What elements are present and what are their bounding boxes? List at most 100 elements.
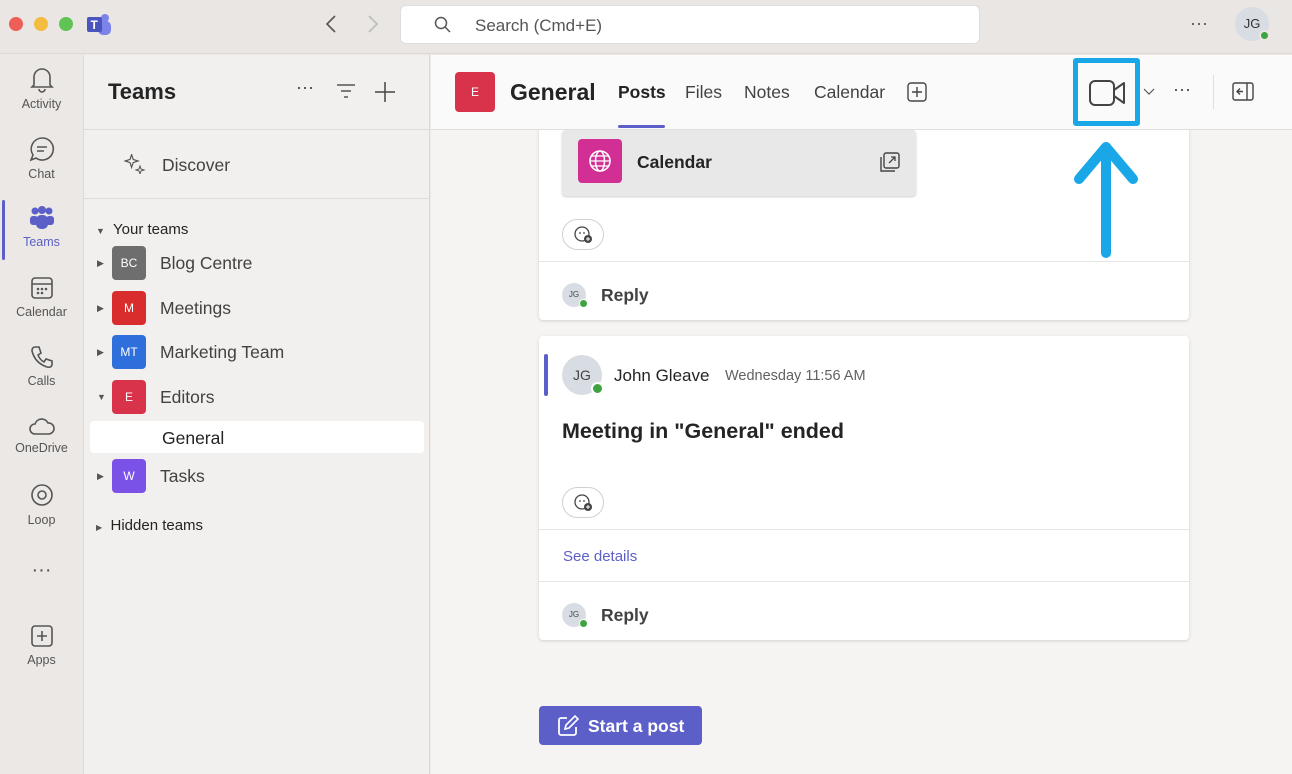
channel-header: E General Posts Files Notes Calendar ··· bbox=[431, 55, 1292, 130]
chat-icon bbox=[29, 137, 54, 162]
rail-label: Teams bbox=[23, 235, 60, 249]
tab-calendar[interactable]: Calendar bbox=[814, 82, 885, 103]
channel-avatar: E bbox=[455, 72, 495, 112]
rail-label: Calendar bbox=[16, 305, 67, 319]
rail-loop[interactable]: Loop bbox=[0, 483, 83, 527]
team-marketing[interactable]: ▶ MT Marketing Team bbox=[84, 335, 424, 369]
channel-title: General bbox=[510, 79, 596, 105]
emoji-add-icon bbox=[574, 226, 592, 243]
globe-icon bbox=[578, 139, 622, 183]
post-timestamp: Wednesday 11:56 AM bbox=[725, 368, 866, 384]
close-window-button[interactable] bbox=[9, 17, 23, 31]
rail-calendar[interactable]: Calendar bbox=[0, 275, 83, 319]
more-apps-button[interactable]: ··· bbox=[0, 559, 83, 582]
open-pane-icon[interactable] bbox=[1232, 82, 1254, 102]
bell-icon bbox=[29, 68, 54, 93]
team-avatar: E bbox=[112, 380, 146, 414]
add-reaction-button[interactable] bbox=[562, 487, 604, 518]
user-avatar[interactable]: JG bbox=[1235, 7, 1270, 41]
reply-avatar-initials: JG bbox=[568, 610, 580, 619]
team-meetings[interactable]: ▶ M Meetings bbox=[84, 291, 424, 325]
channel-general[interactable]: General bbox=[90, 421, 424, 453]
reply-avatar: JG bbox=[562, 283, 588, 308]
tab-files[interactable]: Files bbox=[685, 82, 722, 103]
calendar-icon bbox=[30, 277, 53, 299]
hidden-teams-header[interactable]: ▶ Hidden teams bbox=[96, 517, 203, 534]
team-blog-centre[interactable]: ▶ BC Blog Centre bbox=[84, 246, 424, 280]
annotation-arrow-icon bbox=[1074, 142, 1138, 258]
team-tasks[interactable]: ▶ W Tasks bbox=[84, 459, 424, 493]
add-tab-icon[interactable] bbox=[907, 82, 927, 102]
presence-available-icon bbox=[1259, 30, 1270, 41]
minimize-window-button[interactable] bbox=[34, 17, 48, 31]
tab-notes[interactable]: Notes bbox=[744, 82, 790, 103]
team-name: Tasks bbox=[160, 466, 205, 486]
discover-label: Discover bbox=[162, 155, 231, 175]
back-button[interactable] bbox=[324, 14, 338, 39]
team-name: Editors bbox=[160, 387, 215, 407]
app-rail: Activity Chat Teams Calendar Calls OneDr… bbox=[0, 55, 83, 774]
rail-onedrive[interactable]: OneDrive bbox=[0, 415, 83, 455]
your-teams-header[interactable]: ▼ Your teams bbox=[96, 221, 188, 238]
cloud-icon bbox=[28, 418, 55, 435]
title-bar: T Search (Cmd+E) ··· JG bbox=[0, 0, 1292, 54]
channel-more-button[interactable]: ··· bbox=[1173, 79, 1191, 100]
presence-available-icon bbox=[591, 382, 604, 395]
teams-panel: Teams ··· Discover ▼ Your teams ▶ BC Blog … bbox=[83, 55, 430, 774]
add-reaction-button[interactable] bbox=[562, 219, 604, 250]
reply-avatar-initials: JG bbox=[568, 290, 580, 299]
rail-label: Apps bbox=[27, 653, 56, 667]
post-message: Meeting in "General" ended bbox=[562, 419, 845, 443]
add-apps-icon bbox=[30, 625, 53, 647]
rail-teams[interactable]: Teams bbox=[0, 205, 83, 249]
author-initials: JG bbox=[573, 367, 591, 383]
add-team-icon[interactable] bbox=[374, 81, 396, 103]
search-input[interactable]: Search (Cmd+E) bbox=[400, 5, 980, 44]
your-teams-label: Your teams bbox=[113, 221, 189, 238]
rail-label: OneDrive bbox=[15, 441, 68, 455]
phone-icon bbox=[30, 346, 53, 369]
teams-logo-icon: T bbox=[86, 13, 112, 37]
team-editors[interactable]: ▼ E Editors bbox=[84, 380, 424, 414]
team-name: Meetings bbox=[160, 298, 232, 318]
rail-calls[interactable]: Calls bbox=[0, 344, 83, 388]
hidden-teams-label: Hidden teams bbox=[110, 517, 204, 534]
sparkle-icon bbox=[124, 154, 146, 174]
maximize-window-button[interactable] bbox=[59, 17, 73, 31]
rail-chat[interactable]: Chat bbox=[0, 135, 83, 181]
teams-more-button[interactable]: ··· bbox=[296, 77, 314, 98]
svg-text:T: T bbox=[91, 18, 99, 32]
forward-button[interactable] bbox=[366, 14, 380, 39]
search-placeholder: Search (Cmd+E) bbox=[475, 16, 603, 35]
chevron-down-icon[interactable] bbox=[1143, 88, 1155, 96]
rail-label: Loop bbox=[27, 513, 56, 527]
channel-name: General bbox=[162, 428, 225, 448]
author-avatar[interactable]: JG bbox=[562, 355, 604, 395]
team-avatar: W bbox=[112, 459, 146, 493]
team-name: Blog Centre bbox=[160, 253, 253, 273]
team-name: Marketing Team bbox=[160, 342, 285, 362]
team-avatar: M bbox=[112, 291, 146, 325]
loop-icon bbox=[30, 484, 53, 506]
meet-video-button[interactable] bbox=[1073, 58, 1140, 126]
open-external-icon[interactable] bbox=[880, 152, 900, 172]
reply-button[interactable]: Reply bbox=[601, 605, 649, 626]
rail-label: Activity bbox=[21, 97, 62, 111]
start-post-button[interactable]: Start a post bbox=[539, 706, 702, 745]
rail-label: Calls bbox=[27, 374, 56, 388]
reply-button[interactable]: Reply bbox=[601, 285, 649, 306]
tab-posts[interactable]: Posts bbox=[618, 82, 666, 103]
start-post-label: Start a post bbox=[588, 716, 685, 736]
calendar-tab-card[interactable]: Calendar bbox=[562, 130, 916, 196]
filter-icon[interactable] bbox=[336, 83, 356, 99]
team-avatar: BC bbox=[112, 246, 146, 280]
more-options-button[interactable]: ··· bbox=[1190, 13, 1208, 34]
see-details-link[interactable]: See details bbox=[563, 548, 637, 565]
discover-item[interactable]: Discover bbox=[84, 130, 429, 198]
rail-activity[interactable]: Activity bbox=[0, 65, 83, 111]
channel-view: E General Posts Files Notes Calendar ···… bbox=[431, 55, 1292, 774]
rail-label: Chat bbox=[28, 167, 55, 181]
teams-icon bbox=[29, 206, 54, 229]
reply-avatar: JG bbox=[562, 603, 588, 628]
rail-apps[interactable]: Apps bbox=[0, 623, 83, 667]
